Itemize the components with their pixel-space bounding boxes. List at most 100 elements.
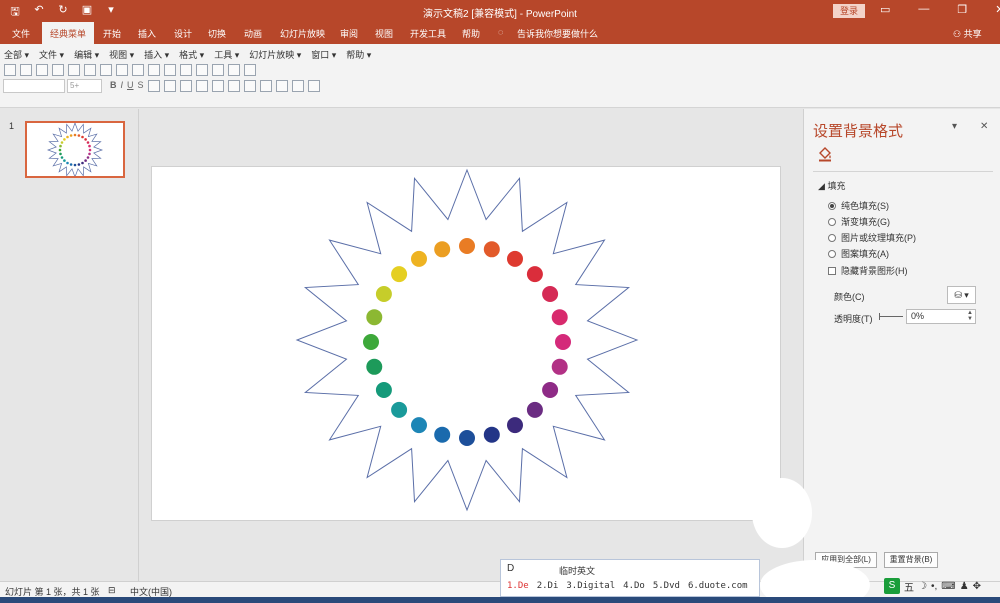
color-dot[interactable] xyxy=(434,426,451,443)
zoom-icon[interactable] xyxy=(228,64,240,76)
menu-tools[interactable]: 工具 ▾ xyxy=(214,48,239,61)
shape-fill-icon[interactable] xyxy=(275,80,288,92)
menu-window[interactable]: 窗口 ▾ xyxy=(311,48,336,61)
slide-canvas[interactable] xyxy=(151,166,781,521)
tab-review[interactable]: 审阅 xyxy=(340,27,358,40)
italic-icon[interactable]: I xyxy=(121,80,124,92)
color-dot[interactable] xyxy=(391,266,408,283)
tab-home[interactable]: 开始 xyxy=(103,27,121,40)
help-icon[interactable] xyxy=(244,64,256,76)
color-dot[interactable] xyxy=(507,417,523,434)
login-button[interactable]: 登录 xyxy=(833,4,865,18)
image-icon[interactable] xyxy=(196,64,208,76)
color-dot[interactable] xyxy=(542,382,559,398)
cut-icon[interactable] xyxy=(68,64,80,76)
menu-slideshow[interactable]: 幻灯片放映 ▾ xyxy=(249,48,301,61)
font-color-icon[interactable] xyxy=(259,80,272,92)
table-icon[interactable] xyxy=(180,64,192,76)
arrange-icon[interactable] xyxy=(307,80,320,92)
color-dot[interactable] xyxy=(483,241,500,258)
moon-icon[interactable]: ☽ xyxy=(918,581,927,592)
punctuation-icon[interactable]: •, xyxy=(931,581,937,592)
tab-slideshow[interactable]: 幻灯片放映 xyxy=(280,27,325,40)
tab-classic-menu[interactable]: 经典菜单 xyxy=(42,22,95,44)
slide-thumbnail[interactable] xyxy=(25,121,125,179)
color-dot[interactable] xyxy=(526,266,543,283)
ribbon-display-icon[interactable]: ▭ xyxy=(880,3,890,16)
fill-section-header[interactable]: ◢ 填充 xyxy=(818,179,845,192)
reset-background-button[interactable]: 重置背景(B) xyxy=(884,552,938,568)
color-dot[interactable] xyxy=(375,286,392,302)
ime-candidate[interactable]: 6.duote.com xyxy=(688,581,748,591)
minimize-icon[interactable]: — xyxy=(918,3,929,16)
pattern-fill-option[interactable]: 图案填充(A) xyxy=(828,247,889,260)
color-dot[interactable] xyxy=(526,401,543,418)
tools-icon[interactable]: ✥ xyxy=(973,581,981,592)
spinner-icon[interactable]: ▲ ▼ xyxy=(967,310,973,322)
hide-graphics-checkbox[interactable] xyxy=(828,266,836,275)
color-dot[interactable] xyxy=(375,382,392,398)
redo-icon[interactable] xyxy=(148,64,160,76)
align-right-icon[interactable] xyxy=(179,80,192,92)
save-icon[interactable] xyxy=(36,64,48,76)
color-dot[interactable] xyxy=(391,401,408,418)
font-size-select[interactable]: 5+ xyxy=(67,79,102,93)
hide-background-graphics-option[interactable]: 隐藏背景图形(H) xyxy=(828,264,908,277)
font-name-select[interactable] xyxy=(3,79,65,93)
color-dot[interactable] xyxy=(366,309,383,326)
justify-icon[interactable] xyxy=(195,80,208,92)
maximize-icon[interactable]: ❐ xyxy=(957,3,967,16)
color-dot[interactable] xyxy=(555,334,571,350)
color-dot[interactable] xyxy=(542,286,559,302)
color-dot[interactable] xyxy=(507,250,523,267)
color-dot[interactable] xyxy=(551,309,568,326)
tab-animations[interactable]: 动画 xyxy=(244,27,262,40)
gradient-fill-radio[interactable] xyxy=(828,217,836,226)
share-button[interactable]: ⚇ 共享 xyxy=(953,27,982,40)
menu-insert[interactable]: 插入 ▾ xyxy=(144,48,169,61)
undo-icon[interactable] xyxy=(132,64,144,76)
tab-developer[interactable]: 开发工具 xyxy=(410,27,446,40)
ime-candidate[interactable]: 3.Digital xyxy=(566,581,615,591)
numbering-icon[interactable] xyxy=(227,80,240,92)
menu-view[interactable]: 视图 ▾ xyxy=(109,48,134,61)
menu-file[interactable]: 文件 ▾ xyxy=(39,48,64,61)
ime-candidate[interactable]: 2.Di xyxy=(537,581,559,591)
menu-help[interactable]: 帮助 ▾ xyxy=(346,48,371,61)
paint-bucket-icon[interactable] xyxy=(817,146,833,162)
print-icon[interactable] xyxy=(52,64,64,76)
bullets-icon[interactable] xyxy=(211,80,224,92)
format-painter-icon[interactable] xyxy=(116,64,128,76)
copy-icon[interactable] xyxy=(84,64,96,76)
transparency-input[interactable]: 0% ▲ ▼ xyxy=(906,309,976,324)
strikethrough-icon[interactable]: S xyxy=(138,80,144,92)
close-icon[interactable]: ✕ xyxy=(995,3,1000,16)
tell-me-search[interactable]: 告诉我你想要做什么 xyxy=(517,27,598,40)
align-center-icon[interactable] xyxy=(163,80,176,92)
ime-candidate[interactable]: 4.Do xyxy=(623,581,645,591)
sogou-ime-icon[interactable]: S xyxy=(884,578,900,594)
gradient-fill-option[interactable]: 渐变填充(G) xyxy=(828,215,890,228)
transparency-slider[interactable] xyxy=(879,313,903,320)
underline-icon[interactable]: U xyxy=(127,80,134,92)
color-dot[interactable] xyxy=(434,241,451,258)
solid-fill-option[interactable]: 纯色填充(S) xyxy=(828,199,889,212)
tab-file[interactable]: 文件 xyxy=(12,27,30,40)
color-dot[interactable] xyxy=(366,358,383,375)
open-icon[interactable] xyxy=(20,64,32,76)
color-picker-button[interactable]: ⛁ ▾ xyxy=(947,286,976,304)
keyboard-icon[interactable]: ⌨ xyxy=(941,581,955,592)
picture-fill-option[interactable]: 图片或纹理填充(P) xyxy=(828,231,916,244)
shape-outline-icon[interactable] xyxy=(291,80,304,92)
color-dot[interactable] xyxy=(459,238,475,254)
paste-icon[interactable] xyxy=(100,64,112,76)
chart-icon[interactable] xyxy=(164,64,176,76)
textbox-icon[interactable] xyxy=(212,64,224,76)
pane-close-icon[interactable]: ✕ xyxy=(980,121,988,132)
align-left-icon[interactable] xyxy=(147,80,160,92)
color-dot[interactable] xyxy=(411,417,427,434)
tab-view[interactable]: 视图 xyxy=(375,27,393,40)
tab-design[interactable]: 设计 xyxy=(174,27,192,40)
color-dot[interactable] xyxy=(551,358,568,375)
notes-icon[interactable]: ⊟ xyxy=(108,585,116,596)
